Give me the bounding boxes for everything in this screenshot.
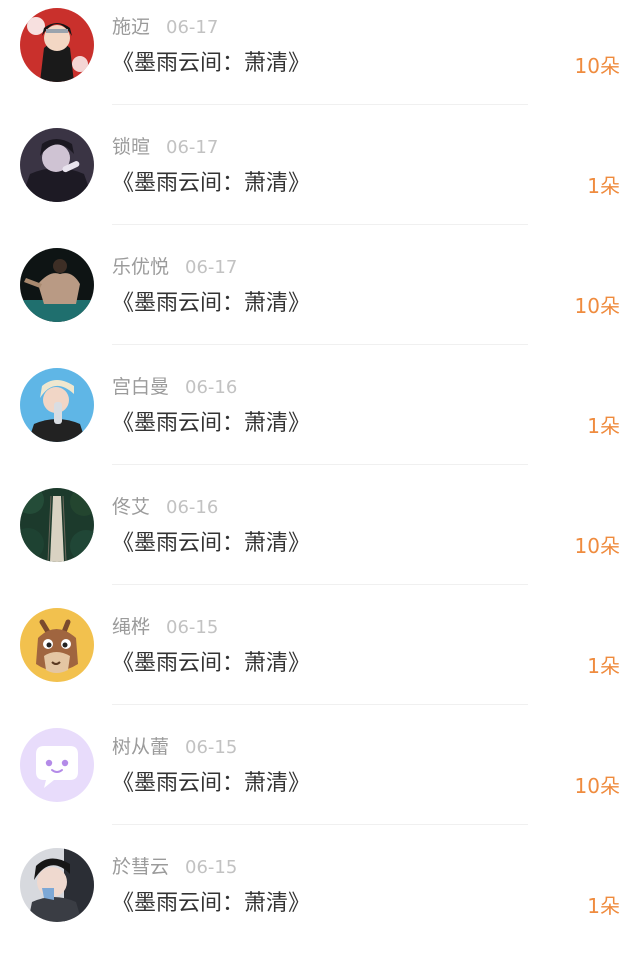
gift-title: 《墨雨云间：萧清》: [112, 411, 311, 436]
user-name-text: 宫白曼: [112, 376, 170, 398]
cartoon-horse-icon: [20, 608, 94, 682]
date-label: 06-17: [166, 17, 219, 38]
user-name: 乐优悦 06-17: [112, 254, 237, 281]
date-label: 06-17: [185, 257, 238, 278]
date-label: 06-15: [185, 737, 238, 758]
user-name: 绳桦 06-15: [112, 614, 218, 641]
divider: [112, 224, 528, 225]
user-name: 佟艾 06-16: [112, 494, 218, 521]
list-item[interactable]: 宫白曼 06-16 《墨雨云间：萧清》 1朵: [0, 360, 640, 480]
date-label: 06-17: [166, 137, 219, 158]
user-name-text: 乐优悦: [112, 256, 170, 278]
list-item[interactable]: 施迈 06-17 《墨雨云间：萧清》 10朵: [0, 0, 640, 120]
dancer-teal-icon: [20, 248, 94, 322]
user-name: 於彗云 06-15: [112, 854, 237, 881]
date-label: 06-15: [166, 617, 219, 638]
gift-count: 10朵: [574, 774, 620, 798]
gift-list: 施迈 06-17 《墨雨云间：萧清》 10朵 锁暄 06-17 《墨雨云间：萧清》 …: [0, 0, 640, 944]
avatar[interactable]: [20, 848, 94, 922]
chat-bubble-icon: [20, 728, 94, 802]
gift-title: 《墨雨云间：萧清》: [112, 51, 311, 76]
avatar[interactable]: [20, 8, 94, 82]
gift-count: 1朵: [587, 174, 620, 198]
gift-count: 10朵: [574, 294, 620, 318]
gift-count: 10朵: [574, 534, 620, 558]
list-item[interactable]: 佟艾 06-16 《墨雨云间：萧清》 10朵: [0, 480, 640, 600]
divider: [112, 464, 528, 465]
avatar[interactable]: [20, 128, 94, 202]
avatar[interactable]: [20, 608, 94, 682]
gift-count: 1朵: [587, 654, 620, 678]
list-item[interactable]: 绳桦 06-15 《墨雨云间：萧清》 1朵: [0, 600, 640, 720]
user-name: 施迈 06-17: [112, 14, 218, 41]
divider: [112, 704, 528, 705]
avatar[interactable]: [20, 488, 94, 562]
list-item[interactable]: 於彗云 06-15 《墨雨云间：萧清》 1朵: [0, 840, 640, 960]
gift-count: 1朵: [587, 894, 620, 918]
masked-person-icon: [20, 848, 94, 922]
user-name-text: 佟艾: [112, 496, 151, 518]
blonde-drink-icon: [20, 368, 94, 442]
divider: [112, 344, 528, 345]
gift-title: 《墨雨云间：萧清》: [112, 771, 311, 796]
user-name-text: 树从蕾: [112, 736, 170, 758]
avatar[interactable]: [20, 368, 94, 442]
anime-red-cloak-icon: [20, 8, 94, 82]
date-label: 06-16: [166, 497, 219, 518]
date-label: 06-16: [185, 377, 238, 398]
gift-title: 《墨雨云间：萧清》: [112, 171, 311, 196]
list-item[interactable]: 乐优悦 06-17 《墨雨云间：萧清》 10朵: [0, 240, 640, 360]
gift-title: 《墨雨云间：萧清》: [112, 291, 311, 316]
user-name: 宫白曼 06-16: [112, 374, 237, 401]
list-item[interactable]: 树从蕾 06-15 《墨雨云间：萧清》 10朵: [0, 720, 640, 840]
avatar[interactable]: [20, 248, 94, 322]
gift-title: 《墨雨云间：萧清》: [112, 891, 311, 916]
gift-count: 10朵: [574, 54, 620, 78]
gift-title: 《墨雨云间：萧清》: [112, 651, 311, 676]
divider: [112, 824, 528, 825]
user-name-text: 於彗云: [112, 856, 170, 878]
gift-count: 1朵: [587, 414, 620, 438]
user-name-text: 施迈: [112, 16, 151, 38]
user-name-text: 绳桦: [112, 616, 151, 638]
user-name: 锁暄 06-17: [112, 134, 218, 161]
gift-title: 《墨雨云间：萧清》: [112, 531, 311, 556]
user-name: 树从蕾 06-15: [112, 734, 237, 761]
list-item[interactable]: 锁暄 06-17 《墨雨云间：萧清》 1朵: [0, 120, 640, 240]
forest-bridge-icon: [20, 488, 94, 562]
avatar[interactable]: [20, 728, 94, 802]
date-label: 06-15: [185, 857, 238, 878]
anime-dark-icon: [20, 128, 94, 202]
divider: [112, 104, 528, 105]
user-name-text: 锁暄: [112, 136, 151, 158]
divider: [112, 584, 528, 585]
